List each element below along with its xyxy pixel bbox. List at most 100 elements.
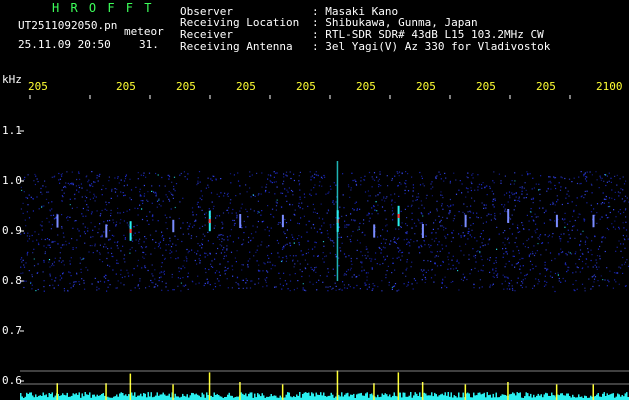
noise-pixel — [514, 199, 516, 201]
noise-pixel — [185, 284, 187, 286]
noise-pixel — [332, 240, 334, 242]
noise-pixel — [391, 288, 393, 290]
noise-pixel — [310, 266, 312, 269]
histogram-bar — [414, 392, 416, 400]
noise-pixel — [149, 234, 152, 236]
noise-pixel — [596, 255, 599, 257]
noise-pixel — [535, 183, 537, 185]
noise-pixel — [107, 279, 109, 282]
histogram-bar — [273, 395, 275, 400]
noise-pixel — [577, 216, 579, 218]
noise-pixel — [435, 237, 437, 239]
noise-pixel — [221, 221, 223, 223]
noise-pixel — [332, 200, 334, 202]
noise-pixel — [560, 248, 562, 250]
noise-pixel — [530, 253, 532, 255]
noise-pixel — [309, 171, 311, 173]
noise-pixel — [571, 229, 573, 231]
histogram-bar — [402, 392, 404, 400]
noise-pixel — [334, 274, 336, 277]
noise-pixel — [49, 284, 51, 287]
noise-pixel — [109, 284, 111, 286]
histogram-bar — [290, 396, 292, 400]
noise-pixel — [502, 248, 504, 250]
noise-pixel — [350, 189, 352, 191]
noise-pixel — [299, 207, 301, 209]
noise-pixel — [377, 194, 379, 196]
noise-pixel — [397, 184, 399, 187]
noise-pixel — [405, 275, 407, 277]
noise-pixel — [534, 230, 536, 232]
noise-pixel — [37, 181, 39, 183]
noise-pixel — [250, 196, 252, 198]
noise-pixel — [213, 205, 215, 207]
histogram-bar — [504, 395, 506, 400]
noise-pixel — [242, 264, 244, 266]
noise-pixel — [204, 235, 206, 237]
noise-pixel — [53, 261, 55, 263]
noise-pixel — [482, 182, 484, 184]
noise-pixel — [222, 212, 225, 214]
histogram-bar — [321, 395, 323, 400]
histogram-bar — [626, 392, 628, 400]
noise-pixel — [480, 255, 482, 257]
histogram-bar — [122, 393, 124, 400]
noise-pixel — [569, 220, 571, 222]
noise-pixel — [66, 171, 68, 173]
histogram-bar — [143, 393, 145, 400]
noise-pixel — [470, 189, 472, 192]
noise-pixel — [452, 264, 454, 266]
noise-pixel — [326, 275, 328, 277]
histogram-bar — [350, 394, 352, 400]
noise-pixel — [113, 235, 115, 237]
noise-pixel — [249, 187, 251, 189]
noise-pixel — [410, 205, 412, 208]
histogram-bar — [428, 395, 430, 400]
noise-pixel — [372, 283, 374, 285]
noise-pixel — [618, 226, 620, 228]
noise-pixel — [139, 191, 141, 193]
noise-pixel — [49, 246, 51, 249]
noise-pixel — [524, 182, 526, 184]
noise-pixel — [393, 285, 396, 287]
noise-pixel — [468, 258, 470, 260]
noise-pixel — [466, 278, 468, 281]
noise-pixel — [543, 212, 545, 214]
noise-pixel — [137, 178, 139, 180]
noise-pixel — [103, 281, 106, 283]
noise-pixel — [529, 173, 531, 175]
histogram-bar — [435, 394, 437, 400]
noise-pixel — [518, 252, 520, 254]
noise-pixel — [443, 226, 445, 228]
noise-pixel — [282, 247, 284, 249]
noise-pixel — [533, 254, 536, 257]
noise-pixel — [371, 258, 373, 260]
noise-pixel — [83, 257, 85, 260]
noise-pixel — [217, 247, 219, 250]
noise-pixel — [107, 252, 109, 254]
noise-pixel — [139, 280, 141, 282]
noise-pixel — [252, 237, 254, 239]
noise-pixel — [460, 278, 463, 280]
noise-pixel — [412, 187, 415, 189]
noise-pixel — [381, 280, 383, 282]
noise-pixel — [43, 286, 45, 288]
noise-pixel — [290, 219, 292, 221]
noise-pixel — [455, 179, 457, 181]
noise-pixel — [207, 184, 209, 186]
noise-pixel — [484, 244, 486, 246]
noise-pixel — [78, 230, 80, 232]
noise-pixel — [272, 208, 274, 210]
noise-pixel — [351, 276, 353, 278]
noise-pixel — [473, 255, 475, 257]
histogram-bar — [78, 392, 80, 400]
noise-pixel — [99, 215, 101, 217]
noise-pixel — [219, 274, 221, 276]
noise-pixel — [351, 172, 353, 174]
noise-pixel — [82, 258, 84, 260]
noise-pixel — [69, 263, 71, 265]
noise-pixel — [449, 198, 451, 201]
noise-pixel — [116, 287, 118, 289]
noise-pixel — [112, 219, 114, 221]
histogram-bar — [75, 393, 77, 400]
